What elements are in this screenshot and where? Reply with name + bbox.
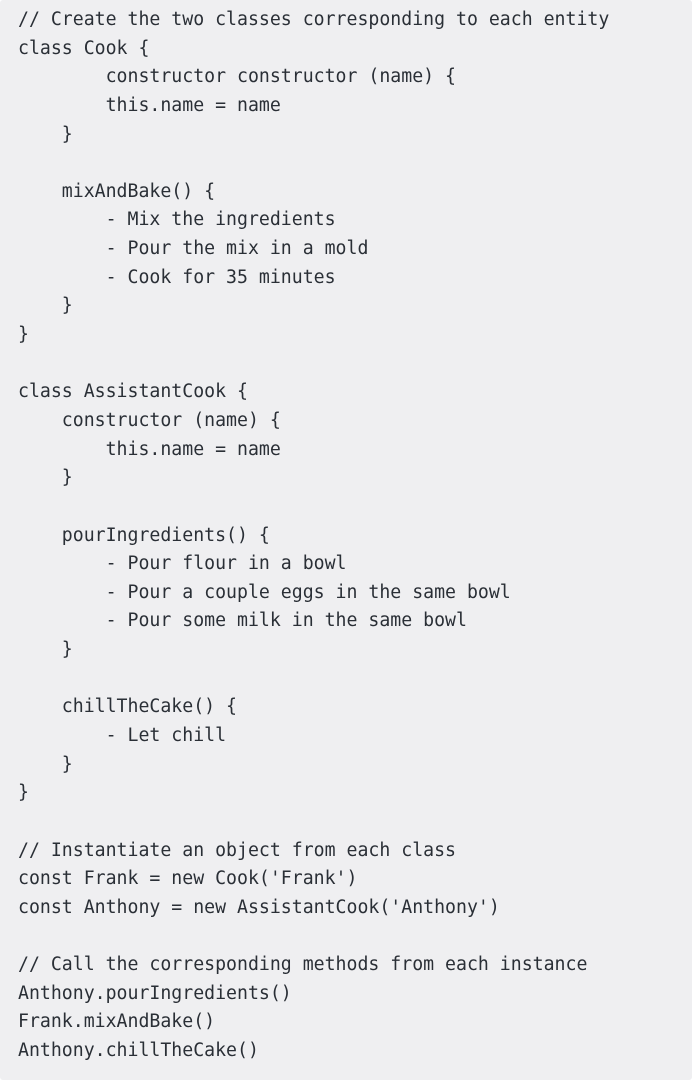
code-line: // Call the corresponding methods from e… xyxy=(18,954,588,976)
code-line: - Pour flour in a bowl xyxy=(18,553,347,575)
code-line: pourIngredients() { xyxy=(18,524,270,546)
code-line: mixAndBake() { xyxy=(18,180,216,202)
code-line: - Pour a couple eggs in the same bowl xyxy=(18,581,511,603)
code-line: this.name = name xyxy=(18,94,281,116)
code-line: chillTheCake() { xyxy=(18,696,237,718)
code-line: class AssistantCook { xyxy=(18,381,248,403)
code-line: - Pour the mix in a mold xyxy=(18,238,369,260)
code-line: - Let chill xyxy=(18,725,227,747)
code-line: Frank.mixAndBake() xyxy=(18,1011,216,1033)
code-line: } xyxy=(18,123,73,145)
code-block: // Create the two classes corresponding … xyxy=(0,0,692,1080)
code-line: - Cook for 35 minutes xyxy=(18,266,336,288)
code-line: - Pour some milk in the same bowl xyxy=(18,610,467,632)
code-line: - Mix the ingredients xyxy=(18,209,336,231)
code-line: const Anthony = new AssistantCook('Antho… xyxy=(18,896,500,918)
code-line: // Create the two classes corresponding … xyxy=(18,9,610,30)
code-line: } xyxy=(18,782,29,804)
code-line: } xyxy=(18,753,73,775)
code-line: const Frank = new Cook('Frank') xyxy=(18,868,358,890)
code-line: // Instantiate an object from each class xyxy=(18,839,456,861)
code-line: constructor (name) { xyxy=(18,409,281,431)
code-line: this.name = name xyxy=(18,438,281,460)
code-line: } xyxy=(18,324,29,346)
code-line: } xyxy=(18,295,73,317)
code-line: constructor constructor (name) { xyxy=(18,66,456,88)
code-line: Anthony.pourIngredients() xyxy=(18,982,292,1004)
code-line: } xyxy=(18,467,73,489)
code-line: class Cook { xyxy=(18,37,150,59)
code-line: Anthony.chillTheCake() xyxy=(18,1040,259,1062)
code-line: } xyxy=(18,639,73,661)
